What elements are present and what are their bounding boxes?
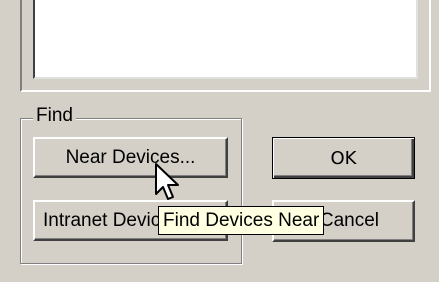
device-list-panel: [20, 0, 431, 92]
arrow-pointer-icon: [155, 163, 179, 200]
device-list[interactable]: [33, 0, 418, 79]
near-devices-button[interactable]: Near Devices...: [33, 137, 228, 178]
cancel-label: Cancel: [319, 210, 379, 231]
dialog-edge: [0, 0, 6, 282]
find-group-label: Find: [33, 105, 76, 127]
ok-label: OK: [330, 147, 357, 169]
tooltip-text: Find Devices Near: [163, 210, 320, 231]
tooltip: Find Devices Near: [158, 206, 325, 235]
ok-button[interactable]: OK: [272, 137, 415, 179]
